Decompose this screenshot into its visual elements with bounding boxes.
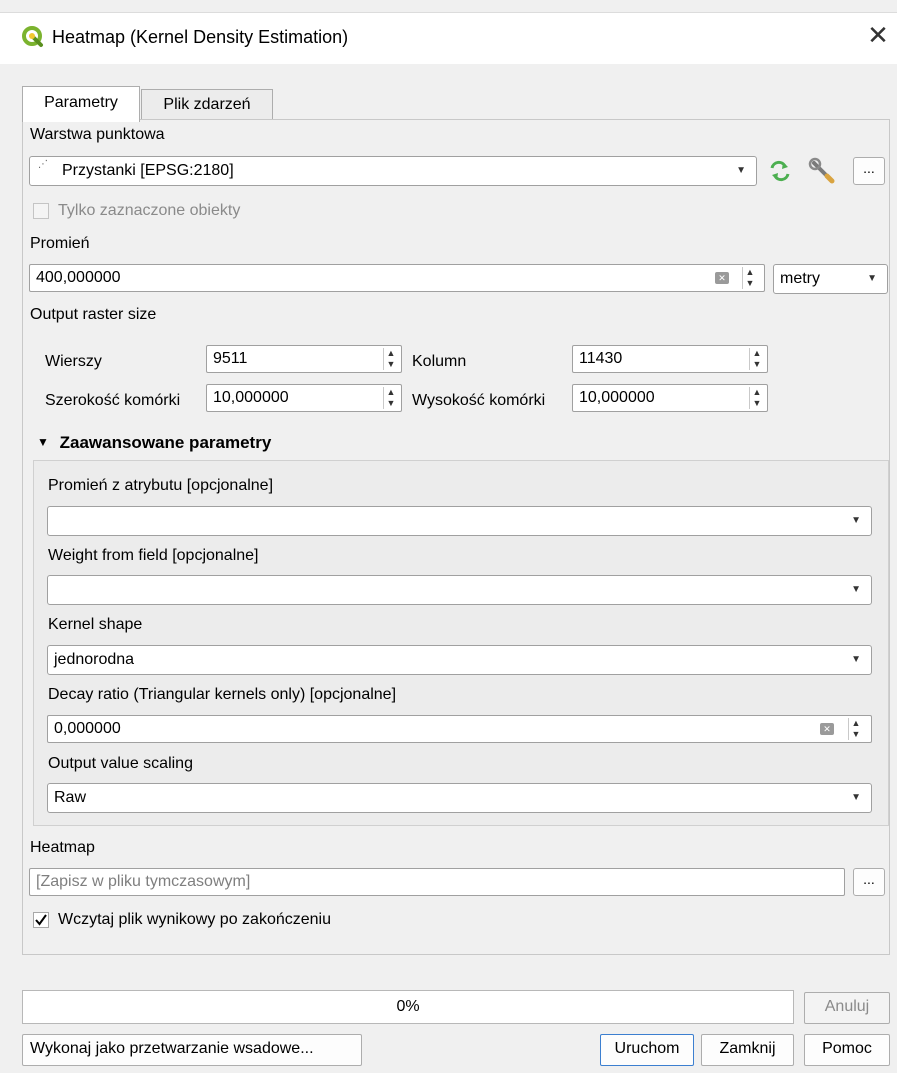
- rows-value: 9511: [213, 350, 248, 367]
- qgis-icon: [22, 26, 44, 48]
- advanced-toggle[interactable]: ▼ Zaawansowane parametry: [37, 433, 271, 454]
- scaling-value: Raw: [54, 789, 87, 806]
- cell-width-label: Szerokość komórki: [45, 392, 181, 409]
- scaling-label: Output value scaling: [48, 755, 193, 772]
- load-result-checkbox[interactable]: [33, 912, 49, 928]
- point-layer-combo[interactable]: ⋰ Przystanki [EPSG:2180] ▼: [29, 156, 757, 186]
- selected-only-label: Tylko zaznaczone obiekty: [58, 202, 241, 219]
- radius-unit-combo[interactable]: metry ▼: [773, 264, 888, 294]
- tab-plik-zdarzen[interactable]: Plik zdarzeń: [141, 89, 273, 120]
- decay-input[interactable]: 0,000000 ✕ ▲ ▼: [47, 715, 872, 743]
- spinbox-arrows-icon[interactable]: ▲ ▼: [749, 387, 764, 409]
- point-layer-label: Warstwa punktowa: [30, 126, 165, 143]
- clear-icon[interactable]: ✕: [820, 723, 834, 735]
- kernel-shape-value: jednorodna: [54, 651, 135, 668]
- point-layer-icon: ⋰: [38, 159, 48, 170]
- progress-text: 0%: [396, 998, 420, 1015]
- heatmap-output-label: Heatmap: [30, 839, 95, 856]
- chevron-down-icon: ▼: [851, 792, 861, 803]
- heatmap-output-placeholder: [Zapisz w pliku tymczasowym]: [36, 873, 251, 890]
- chevron-down-icon: ▼: [851, 654, 861, 665]
- scaling-combo[interactable]: Raw ▼: [47, 783, 872, 813]
- spinbox-arrows-icon[interactable]: ▲ ▼: [742, 267, 757, 289]
- window-title: Heatmap (Kernel Density Estimation): [52, 27, 349, 47]
- chevron-down-icon: ▼: [851, 584, 861, 595]
- chevron-down-icon: ▼: [736, 165, 746, 176]
- cell-height-label: Wysokość komórki: [412, 392, 546, 409]
- iterate-icon[interactable]: [768, 160, 792, 182]
- cell-height-input[interactable]: 10,000000 ▲ ▼: [572, 384, 768, 412]
- spinbox-arrows-icon[interactable]: ▲ ▼: [383, 348, 398, 370]
- point-layer-value: Przystanki [EPSG:2180]: [62, 162, 234, 179]
- chevron-down-icon: ▼: [851, 515, 861, 526]
- radius-field-label: Promień z atrybutu [opcjonalne]: [48, 477, 274, 494]
- selected-only-checkbox[interactable]: [33, 203, 49, 219]
- kernel-shape-label: Kernel shape: [48, 616, 143, 633]
- cell-height-value: 10,000000: [579, 389, 655, 406]
- radius-value: 400,000000: [36, 269, 121, 286]
- cols-value: 11430: [579, 350, 623, 367]
- wrench-icon[interactable]: [808, 157, 838, 185]
- close-icon[interactable]: ✕: [866, 22, 890, 48]
- heatmap-output-input[interactable]: [Zapisz w pliku tymczasowym]: [29, 868, 845, 896]
- close-button[interactable]: Zamknij: [701, 1034, 794, 1066]
- cols-label: Kolumn: [412, 353, 467, 370]
- raster-size-label: Output raster size: [30, 306, 157, 323]
- spinbox-arrows-icon[interactable]: ▲ ▼: [383, 387, 398, 409]
- triangle-down-icon: ▼: [37, 435, 49, 449]
- cell-width-input[interactable]: 10,000000 ▲ ▼: [206, 384, 402, 412]
- progress-bar: 0%: [22, 990, 794, 1024]
- weight-field-combo[interactable]: ▼: [47, 575, 872, 605]
- run-button[interactable]: Uruchom: [600, 1034, 694, 1066]
- radius-input[interactable]: 400,000000 ✕ ▲ ▼: [29, 264, 765, 292]
- help-button[interactable]: Pomoc: [804, 1034, 890, 1066]
- tab-parametry[interactable]: Parametry: [22, 86, 140, 122]
- spinbox-arrows-icon[interactable]: ▲ ▼: [848, 718, 863, 740]
- cell-width-value: 10,000000: [213, 389, 289, 406]
- layer-options-button[interactable]: ...: [853, 157, 885, 185]
- decay-value: 0,000000: [54, 720, 121, 737]
- weight-field-label: Weight from field [opcjonalne]: [48, 547, 259, 564]
- clear-icon[interactable]: ✕: [715, 272, 729, 284]
- spinbox-arrows-icon[interactable]: ▲ ▼: [749, 348, 764, 370]
- checkmark-icon: [35, 914, 47, 926]
- cancel-button[interactable]: Anuluj: [804, 992, 890, 1024]
- kernel-shape-combo[interactable]: jednorodna ▼: [47, 645, 872, 675]
- chevron-down-icon: ▼: [867, 273, 877, 284]
- rows-label: Wierszy: [45, 353, 102, 370]
- decay-label: Decay ratio (Triangular kernels only) [o…: [48, 686, 397, 703]
- radius-label: Promień: [30, 235, 90, 252]
- advanced-header: Zaawansowane parametry: [59, 433, 272, 452]
- radius-field-combo[interactable]: ▼: [47, 506, 872, 536]
- batch-process-button[interactable]: Wykonaj jako przetwarzanie wsadowe...: [22, 1034, 362, 1066]
- output-options-button[interactable]: ...: [853, 868, 885, 896]
- load-result-label: Wczytaj plik wynikowy po zakończeniu: [58, 911, 331, 928]
- rows-input[interactable]: 9511 ▲ ▼: [206, 345, 402, 373]
- cols-input[interactable]: 11430 ▲ ▼: [572, 345, 768, 373]
- radius-unit-value: metry: [780, 270, 820, 287]
